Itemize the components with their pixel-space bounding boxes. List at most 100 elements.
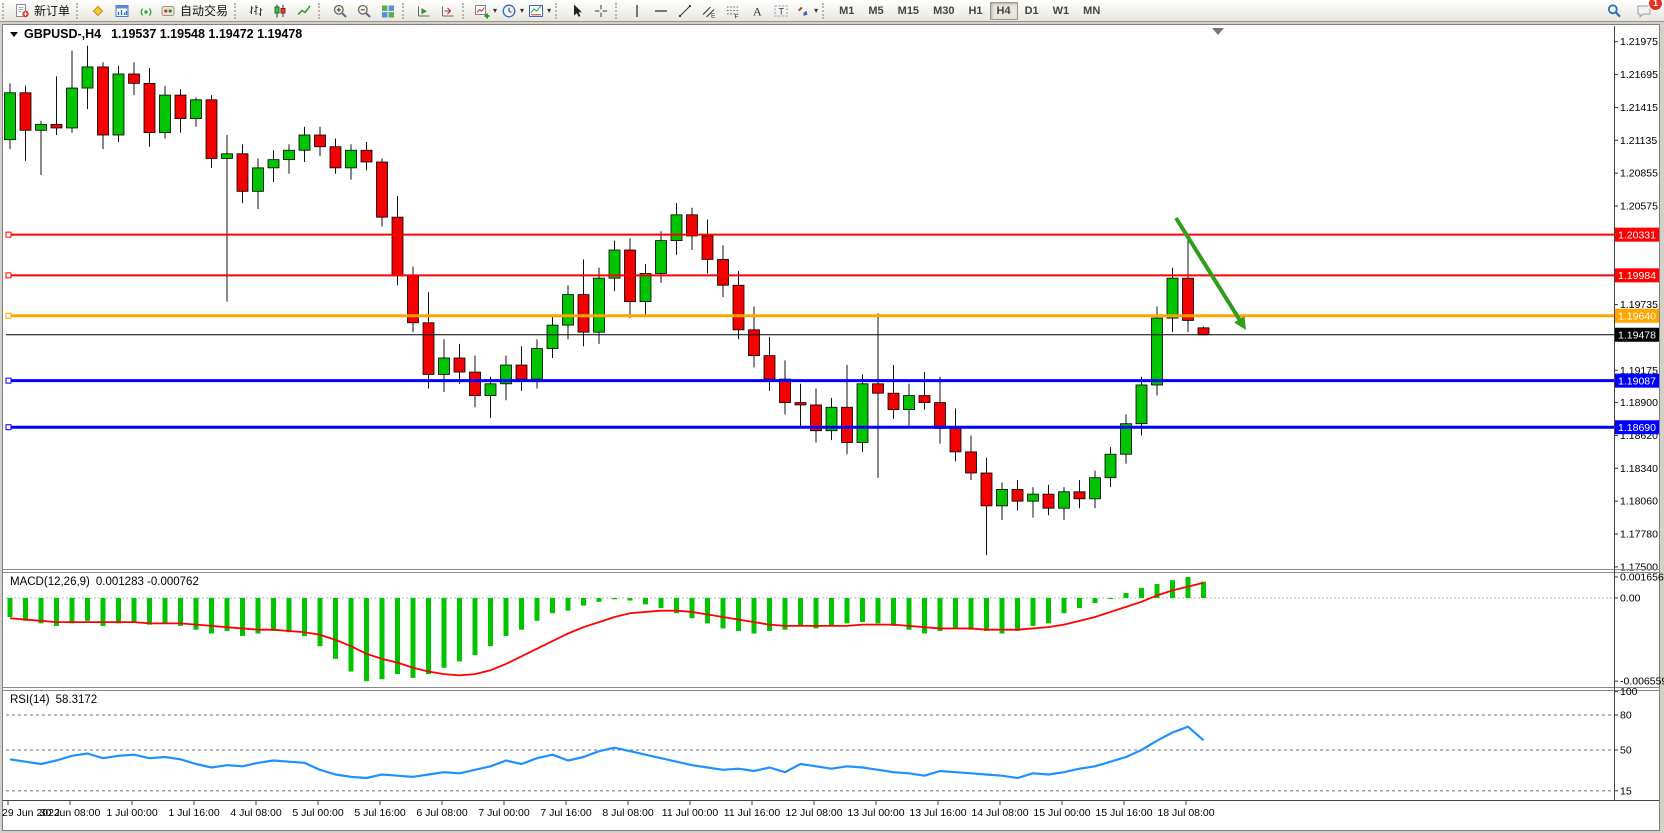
chart-line-icon <box>296 3 312 19</box>
chart-symbol-ohlc: GBPUSD-,H41.19537 1.19548 1.19472 1.1947… <box>24 27 302 41</box>
bar-chart-button[interactable] <box>244 1 268 21</box>
periods-menu-button[interactable]: ▾ <box>499 1 526 21</box>
period-button-mn[interactable]: MN <box>1076 2 1107 20</box>
macd-histogram-bar <box>597 598 602 602</box>
equidistant-channel-button[interactable]: E <box>697 1 721 21</box>
svg-text:F: F <box>735 13 739 19</box>
rsi-axis-label: 100 <box>1620 686 1638 698</box>
toolbar-grip <box>402 3 409 19</box>
text-label-button[interactable]: T <box>769 1 793 21</box>
candlestick-chart-button[interactable] <box>268 1 292 21</box>
cursor-icon <box>569 3 585 19</box>
tile-windows-button[interactable] <box>376 1 400 21</box>
chart-bars-icon <box>248 3 264 19</box>
zoom-in-button[interactable] <box>328 1 352 21</box>
signals-button[interactable] <box>134 1 158 21</box>
bear-candle <box>144 83 155 132</box>
bull-candle <box>253 168 264 191</box>
auto-scroll-button[interactable] <box>412 1 436 21</box>
macd-histogram-bar <box>132 598 137 622</box>
macd-histogram-bar <box>209 598 214 634</box>
data-window-button[interactable] <box>110 1 134 21</box>
arrows-button[interactable]: ▾ <box>793 1 820 21</box>
templates-button[interactable]: ▾ <box>526 1 553 21</box>
bear-candle <box>315 135 326 147</box>
macd-histogram-bar <box>721 598 726 628</box>
macd-histogram-bar <box>457 598 462 661</box>
period-button-h1[interactable]: H1 <box>961 2 989 20</box>
macd-histogram-bar <box>1062 598 1067 613</box>
period-button-m15[interactable]: M15 <box>891 2 926 20</box>
bull-candle <box>656 241 667 274</box>
chevron-down-icon[interactable]: ▾ <box>493 6 497 15</box>
time-axis-label: 13 Jul 00:00 <box>847 807 904 819</box>
macd-histogram-bar <box>488 598 493 646</box>
macd-histogram-bar <box>473 598 478 655</box>
autotrading-button[interactable]: 自动交易 <box>158 1 232 21</box>
crosshair-button[interactable] <box>589 1 613 21</box>
new-order-icon <box>14 3 30 19</box>
period-button-d1[interactable]: D1 <box>1018 2 1046 20</box>
bear-candle <box>935 403 946 429</box>
bull-candle <box>5 93 16 140</box>
macd-histogram-bar <box>318 598 323 646</box>
clock-icon <box>501 3 517 19</box>
text-button[interactable]: A <box>745 1 769 21</box>
rsi-axis-label: 50 <box>1620 745 1632 757</box>
text-a-icon: A <box>749 3 765 19</box>
bear-candle <box>51 124 62 128</box>
macd-histogram-bar <box>426 598 431 674</box>
zoom-out-button[interactable] <box>352 1 376 21</box>
bear-candle <box>361 150 372 162</box>
macd-histogram-bar <box>256 598 261 634</box>
trendline-button[interactable] <box>673 1 697 21</box>
rsi-axis-label: 80 <box>1620 709 1632 721</box>
toolbar-group: 新订单 <box>12 1 74 21</box>
macd-histogram-bar <box>1124 593 1129 598</box>
vertical-line-button[interactable] <box>625 1 649 21</box>
macd-histogram-bar <box>8 598 13 617</box>
price-tick-label: 1.21135 <box>1620 135 1657 147</box>
period-button-w1[interactable]: W1 <box>1046 2 1077 20</box>
macd-histogram-bar <box>1077 598 1082 608</box>
line-chart-button[interactable] <box>292 1 316 21</box>
indicators-icon <box>474 3 490 19</box>
macd-histogram-bar <box>349 598 354 672</box>
period-button-m30[interactable]: M30 <box>926 2 961 20</box>
indicators-button[interactable]: ▾ <box>472 1 499 21</box>
fibonacci-button[interactable]: F <box>721 1 745 21</box>
toolbar-right: 1 <box>1602 1 1664 21</box>
zoom-out-icon <box>356 3 372 19</box>
toolbar-group: ▾ ▾ ▾ <box>472 1 553 21</box>
horizontal-line-button[interactable] <box>649 1 673 21</box>
period-button-h4[interactable]: H4 <box>990 2 1018 20</box>
bear-candle <box>780 379 791 402</box>
chevron-down-icon[interactable]: ▾ <box>814 6 818 15</box>
search-button[interactable] <box>1602 1 1626 21</box>
bear-candle <box>966 452 977 473</box>
macd-histogram-bar <box>364 598 369 681</box>
macd-histogram-bar <box>380 598 385 679</box>
toolbar-grip <box>462 3 469 19</box>
price-label: 1.19087 <box>1618 375 1656 387</box>
macd-histogram-bar <box>1000 598 1005 634</box>
cursor-button[interactable] <box>565 1 589 21</box>
bull-candle <box>222 154 233 159</box>
chart-shift-button[interactable] <box>436 1 460 21</box>
market-watch-button[interactable] <box>86 1 110 21</box>
bull-candle <box>997 489 1008 505</box>
svg-text:A: A <box>753 4 762 18</box>
time-axis-label: 5 Jul 16:00 <box>354 807 406 819</box>
time-axis-label: 8 Jul 08:00 <box>602 807 654 819</box>
period-button-m5[interactable]: M5 <box>861 2 890 20</box>
chevron-down-icon[interactable]: ▾ <box>520 6 524 15</box>
new-order-button[interactable]: 新订单 <box>12 1 74 21</box>
bear-candle <box>175 95 186 118</box>
bear-candle <box>454 358 465 372</box>
notifications-button[interactable]: 1 <box>1632 1 1656 21</box>
chart-shift-icon <box>440 3 456 19</box>
svg-text:T: T <box>779 6 785 16</box>
period-button-m1[interactable]: M1 <box>832 2 861 20</box>
chevron-down-icon[interactable]: ▾ <box>547 6 551 15</box>
toolbar-grip <box>76 3 83 19</box>
